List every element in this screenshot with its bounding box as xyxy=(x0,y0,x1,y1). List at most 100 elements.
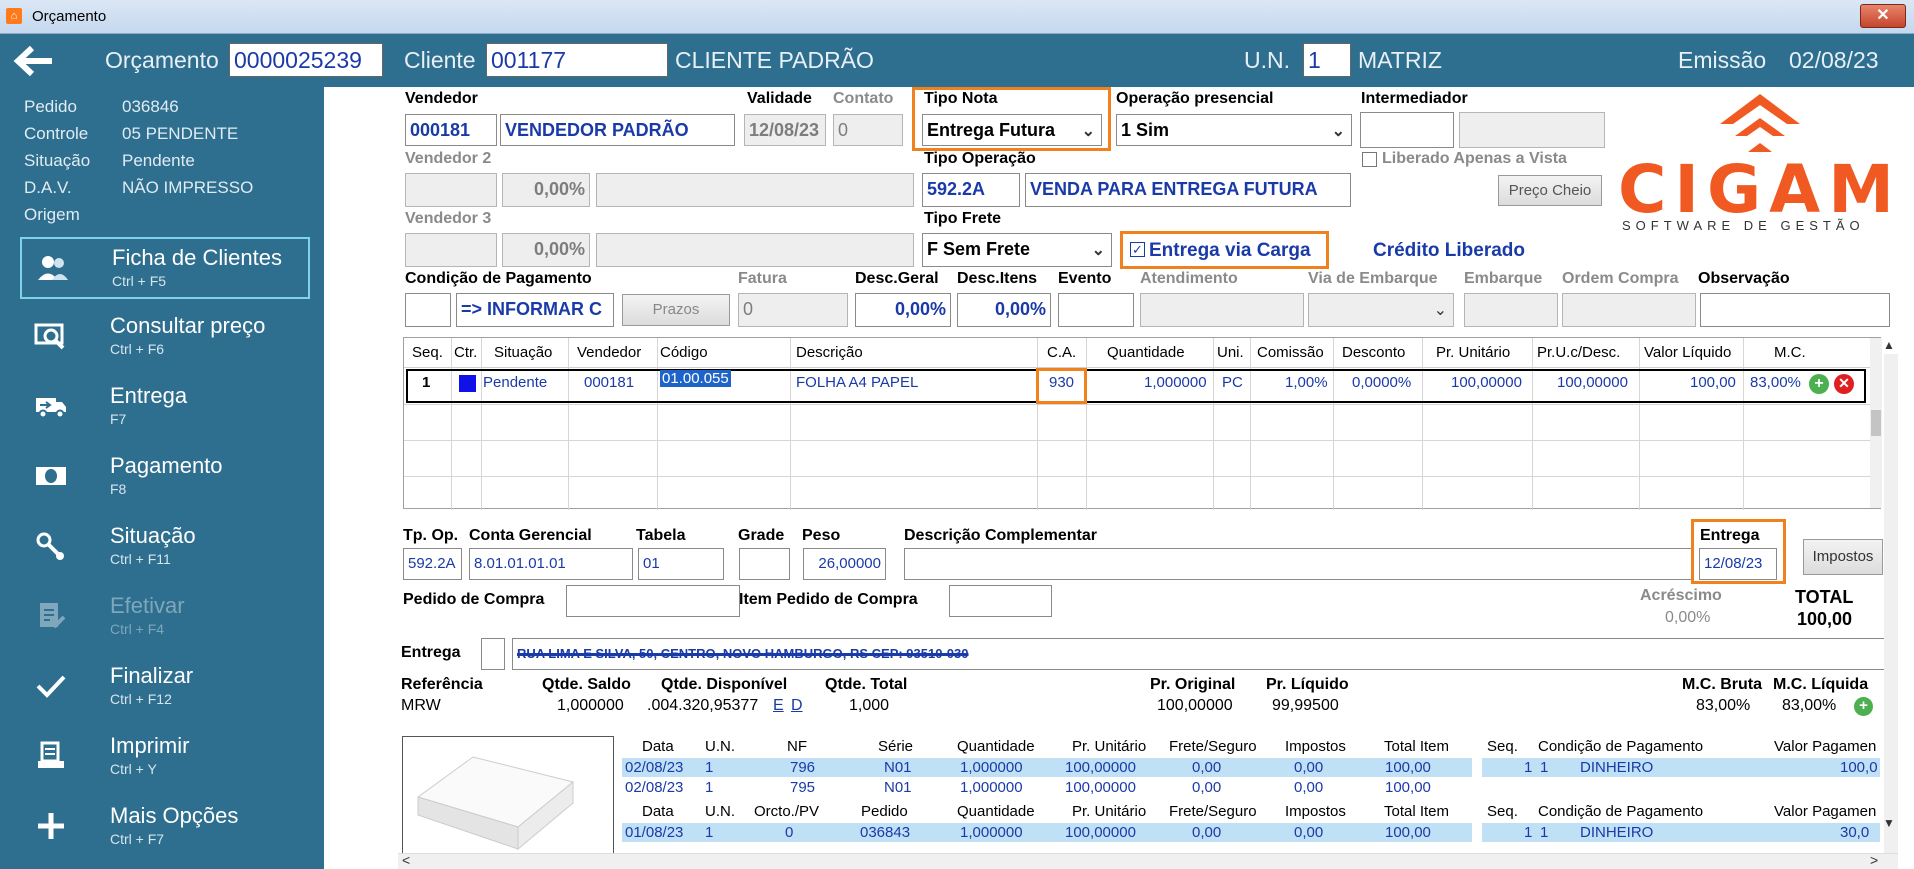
pedido-compra-field[interactable] xyxy=(566,585,740,617)
condicao-code-field[interactable] xyxy=(405,293,451,327)
col-descricao[interactable]: Descrição xyxy=(796,344,863,361)
main-scrollbar[interactable] xyxy=(1884,354,1898,854)
col-situacao[interactable]: Situação xyxy=(494,344,552,361)
liberado-vista-checkbox[interactable] xyxy=(1362,152,1377,167)
condicao-name-field[interactable]: => INFORMAR C xyxy=(456,293,614,327)
vendedor3-pct-field[interactable]: 0,00% xyxy=(502,233,590,267)
horizontal-scrollbar[interactable] xyxy=(398,853,1898,869)
col-desconto[interactable]: Desconto xyxy=(1342,344,1405,361)
entrega-date-field[interactable]: 12/08/23 xyxy=(1699,548,1777,580)
menu-finalizar[interactable]: Finalizar Ctrl + F12 xyxy=(20,657,310,719)
orcamento-label: Orçamento xyxy=(105,47,219,73)
cigam-logo-text: CIGAM xyxy=(1618,151,1902,228)
hist-cell: 0,00 xyxy=(1294,759,1324,776)
vendedor3-name-field[interactable] xyxy=(596,233,914,267)
col-pr-unitario[interactable]: Pr. Unitário xyxy=(1436,344,1510,361)
hist-cell: 795 xyxy=(790,779,816,796)
tipo-nota-select[interactable]: Entrega Futura xyxy=(922,114,1102,146)
tabela-field[interactable]: 01 xyxy=(638,548,724,580)
add-margin-icon[interactable]: + xyxy=(1854,697,1873,716)
grade-field[interactable] xyxy=(739,548,790,580)
validade-field[interactable]: 12/08/23 xyxy=(744,114,826,146)
operacao-presencial-select[interactable]: 1 Sim xyxy=(1116,114,1352,146)
vendedor2-code-field[interactable] xyxy=(405,173,497,207)
menu-mais-opcoes[interactable]: Mais Opções Ctrl + F7 xyxy=(20,797,310,859)
via-embarque-select[interactable] xyxy=(1308,293,1454,327)
orcamento-number-field[interactable]: 0000025239 xyxy=(229,43,383,77)
scroll-down-icon[interactable]: ▼ xyxy=(1883,816,1897,830)
tp-op-field[interactable]: 592.2A xyxy=(403,548,462,580)
col-ca[interactable]: C.A. xyxy=(1047,344,1076,361)
tipo-frete-select[interactable]: F Sem Frete xyxy=(922,233,1112,267)
scroll-up-icon[interactable]: ▲ xyxy=(1883,338,1897,352)
cliente-code-field[interactable]: 001177 xyxy=(486,43,668,77)
table-row[interactable] xyxy=(622,758,1472,777)
preco-cheio-button[interactable]: Preço Cheio xyxy=(1498,175,1602,206)
un-field[interactable]: 1 xyxy=(1303,43,1351,77)
menu-shortcut: Ctrl + Y xyxy=(110,761,157,777)
scroll-right-icon[interactable]: > xyxy=(1870,852,1878,868)
entrega-endereco-code[interactable] xyxy=(481,638,505,670)
cell-pr-desc: 100,00000 xyxy=(1557,374,1628,391)
menu-pagamento[interactable]: Pagamento F8 xyxy=(20,447,310,509)
fatura-field[interactable]: 0 xyxy=(738,293,848,327)
desc-itens-field[interactable]: 0,00% xyxy=(957,293,1051,327)
menu-ficha-clientes[interactable]: Ficha de Clientes Ctrl + F5 xyxy=(20,237,310,299)
col-mc[interactable]: M.C. xyxy=(1774,344,1806,361)
menu-entrega[interactable]: Entrega F7 xyxy=(20,377,310,439)
estoque-link[interactable]: E xyxy=(773,697,784,715)
item-pedido-compra-field[interactable] xyxy=(949,585,1052,617)
peso-field[interactable]: 26,00000 xyxy=(803,548,886,580)
col-quantidade[interactable]: Quantidade xyxy=(1107,344,1185,361)
embarque-field[interactable] xyxy=(1464,293,1558,327)
entrega-endereco-field[interactable]: RUA LIMA E SILVA, 50, CENTRO, NOVO HAMBU… xyxy=(512,638,1892,670)
cell-codigo[interactable]: 01.00.055 xyxy=(660,370,731,387)
tipo-operacao-code-field[interactable]: 592.2A xyxy=(922,173,1020,207)
col-comissao[interactable]: Comissão xyxy=(1257,344,1324,361)
col-ctr[interactable]: Ctr. xyxy=(454,344,477,361)
add-row-icon[interactable]: + xyxy=(1809,374,1829,394)
observacao-field[interactable] xyxy=(1700,293,1890,327)
money-icon xyxy=(36,467,66,485)
tipo-frete-label: Tipo Frete xyxy=(924,210,1002,227)
vendedor2-name-field[interactable] xyxy=(596,173,914,207)
col-uni[interactable]: Uni. xyxy=(1217,344,1244,361)
desc-geral-field[interactable]: 0,00% xyxy=(855,293,951,327)
scroll-left-icon[interactable]: < xyxy=(402,852,410,868)
intermediador-code-field[interactable] xyxy=(1360,112,1454,148)
impostos-button[interactable]: Impostos xyxy=(1803,539,1883,575)
hist-col: Frete/Seguro xyxy=(1169,738,1257,755)
vendedor-name-field[interactable]: VENDEDOR PADRÃO xyxy=(500,114,735,146)
conta-gerencial-field[interactable]: 8.01.01.01.01 xyxy=(469,548,633,580)
col-codigo[interactable]: Código xyxy=(660,344,708,361)
intermediador-name-field[interactable] xyxy=(1459,112,1605,148)
table-row[interactable] xyxy=(622,823,1472,842)
disponivel-link[interactable]: D xyxy=(791,697,803,715)
tipo-operacao-desc-field[interactable]: VENDA PARA ENTREGA FUTURA xyxy=(1025,173,1351,207)
ordem-compra-field[interactable] xyxy=(1562,293,1696,327)
vendedor-code-field[interactable]: 000181 xyxy=(405,114,497,146)
vendedor3-code-field[interactable] xyxy=(405,233,497,267)
back-arrow-icon[interactable] xyxy=(12,44,56,78)
info-label: Origem xyxy=(24,205,80,224)
menu-imprimir[interactable]: Imprimir Ctrl + Y xyxy=(20,727,310,789)
hist-col: U.N. xyxy=(705,738,735,755)
descricao-complementar-field[interactable] xyxy=(904,548,1694,580)
vendedor2-pct-field[interactable]: 0,00% xyxy=(502,173,590,207)
prazos-button[interactable]: Prazos xyxy=(622,294,730,326)
menu-situacao[interactable]: Situação Ctrl + F11 xyxy=(20,517,310,579)
grid-scrollbar-thumb[interactable] xyxy=(1871,410,1881,436)
close-button[interactable]: ✕ xyxy=(1860,4,1906,28)
col-valor-liquido[interactable]: Valor Líquido xyxy=(1644,344,1731,361)
evento-field[interactable] xyxy=(1058,293,1134,327)
contato-label: Contato xyxy=(833,90,894,107)
col-pr-desc[interactable]: Pr.U.c/Desc. xyxy=(1537,344,1620,361)
entrega-carga-checkbox[interactable]: ✓ xyxy=(1130,242,1145,257)
menu-consultar-preco[interactable]: Consultar preço Ctrl + F6 xyxy=(20,307,310,369)
atendimento-field[interactable] xyxy=(1140,293,1304,327)
col-vendedor[interactable]: Vendedor xyxy=(577,344,641,361)
delete-row-icon[interactable]: ✕ xyxy=(1834,374,1854,394)
descricao-complementar-label: Descrição Complementar xyxy=(904,527,1097,544)
col-seq[interactable]: Seq. xyxy=(412,344,443,361)
contato-field[interactable]: 0 xyxy=(833,114,903,146)
